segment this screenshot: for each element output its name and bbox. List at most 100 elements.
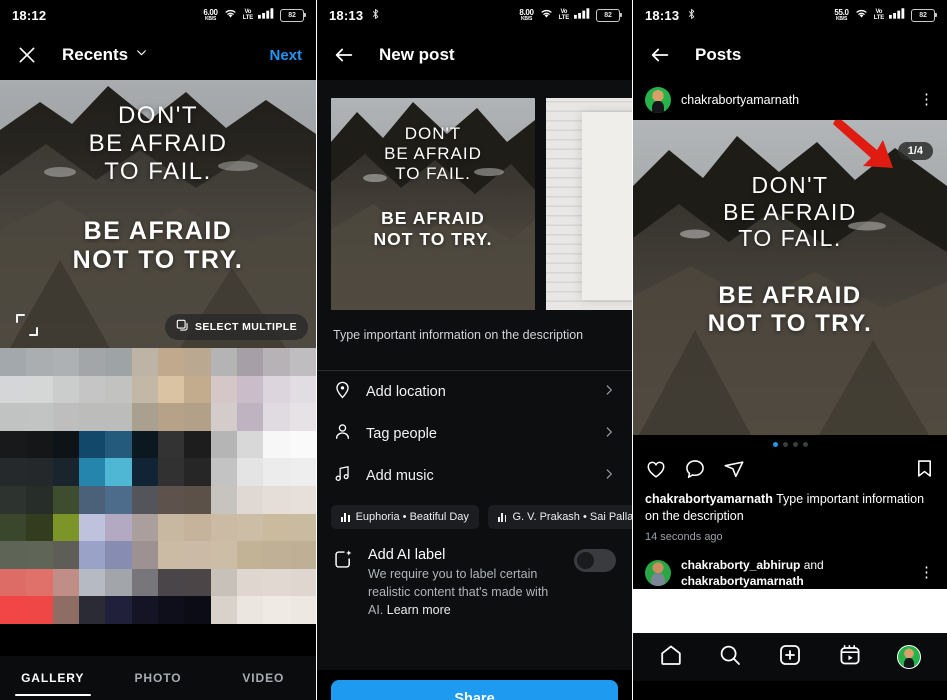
- thumb-quote-bold-2: NOT TO TRY.: [373, 228, 493, 249]
- thumb-quote-thin-3: TO FAIL.: [395, 164, 471, 184]
- post-username[interactable]: chakrabortyamarnath: [681, 93, 799, 107]
- tab-gallery[interactable]: GALLERY: [0, 671, 105, 696]
- status-left-2: 18:13: [329, 8, 381, 23]
- status-left-1: 18:12: [12, 8, 46, 23]
- music-chip-1[interactable]: Euphoria • Beatiful Day: [331, 505, 479, 529]
- network-speed: 55.0 KB/S: [834, 7, 849, 22]
- photo-quote-overlay: DON'T BE AFRAID TO FAIL. BE AFRAID NOT T…: [0, 102, 316, 275]
- appbar-new-post: New post: [317, 30, 632, 80]
- post-quote-thin-3: TO FAIL.: [738, 225, 842, 252]
- new-post-body: DON'T BE AFRAID TO FAIL. BE AFRAID NOT T…: [317, 80, 632, 700]
- comment-row: chakraborty_abhirup and chakrabortyamarn…: [633, 543, 947, 589]
- post-card: chakrabortyamarnath ⋮ DON'T BE AFRAID TO…: [633, 80, 947, 590]
- media-thumb-2[interactable]: I'M HERE AVE I'M TO AWE: [546, 98, 632, 310]
- media-thumb-1[interactable]: DON'T BE AFRAID TO FAIL. BE AFRAID NOT T…: [331, 98, 535, 310]
- heart-icon[interactable]: [645, 458, 667, 485]
- comment-and: and: [800, 558, 824, 573]
- chevron-down-icon[interactable]: [135, 46, 148, 64]
- more-vertical-icon[interactable]: ⋮: [919, 565, 935, 579]
- selected-photo-preview[interactable]: DON'T BE AFRAID TO FAIL. BE AFRAID NOT T…: [0, 80, 316, 348]
- thumb-quote-bold-1: BE AFRAID: [381, 208, 485, 229]
- row-label: Tag people: [366, 426, 437, 442]
- tab-photo[interactable]: PHOTO: [105, 671, 210, 685]
- signal-bars-icon: [258, 6, 275, 24]
- quote-bold-line-1: BE AFRAID: [83, 217, 233, 246]
- person-icon: [333, 422, 352, 446]
- comment-user-2[interactable]: chakrabortyamarnath: [681, 574, 804, 588]
- bluetooth-icon: [686, 8, 697, 23]
- music-suggestion-chips: Euphoria • Beatiful Day G. V. Prakash • …: [317, 497, 632, 529]
- panel-posts-feed: 18:13 55.0 KB/S Vo LTE 82 Posts chakrabo…: [633, 0, 947, 700]
- battery-indicator: 82: [596, 8, 622, 22]
- equalizer-icon: [341, 512, 350, 522]
- next-button[interactable]: Next: [269, 47, 302, 64]
- empty-white-area: [633, 589, 947, 634]
- more-vertical-icon[interactable]: ⋮: [919, 92, 935, 106]
- signal-bars-icon: [889, 6, 906, 24]
- share-paperplane-icon[interactable]: [723, 458, 745, 485]
- poster-artwork: I'M HERE AVE I'M TO AWE: [582, 112, 632, 300]
- thumb-quote-thin-1: DON'T: [404, 124, 462, 143]
- copy-stack-icon: [176, 319, 189, 335]
- tab-video[interactable]: VIDEO: [211, 671, 316, 685]
- nav-reels-icon[interactable]: [838, 643, 862, 672]
- carousel-dot-4: [802, 441, 808, 447]
- page-title: New post: [379, 45, 455, 64]
- nav-profile-avatar[interactable]: [897, 645, 922, 670]
- nav-create-plus-square-icon[interactable]: [778, 643, 802, 672]
- share-button[interactable]: Share: [331, 680, 618, 700]
- volte-icon: Vo LTE: [558, 9, 570, 21]
- nav-home-icon[interactable]: [659, 643, 683, 672]
- wifi-icon: [223, 6, 238, 24]
- wifi-icon: [539, 6, 554, 24]
- back-arrow-icon[interactable]: [647, 42, 673, 68]
- quote-thin-line-2: BE AFRAID: [88, 129, 228, 157]
- music-chip-label: Euphoria • Beatiful Day: [355, 511, 469, 523]
- share-bar: Share: [317, 670, 632, 700]
- bookmark-icon[interactable]: [914, 458, 935, 484]
- wifi-icon: [854, 6, 869, 24]
- comment-avatar[interactable]: [645, 560, 671, 587]
- avatar[interactable]: [645, 87, 671, 113]
- bottom-navigation: [633, 633, 947, 682]
- ai-label-title: Add AI label: [368, 547, 446, 563]
- row-add-location[interactable]: Add location: [317, 371, 632, 413]
- post-quote-thin-1: DON'T: [751, 172, 829, 198]
- chevron-right-icon: [602, 467, 616, 486]
- music-chip-2[interactable]: G. V. Prakash • Sai Pallav: [487, 505, 632, 529]
- carousel-dot-2: [782, 441, 788, 447]
- comment-user-1[interactable]: chakraborty_abhirup: [681, 558, 800, 572]
- appbar-recents: Recents Next: [0, 30, 316, 80]
- nav-search-icon[interactable]: [718, 643, 742, 672]
- network-speed: 8.00 KB/S: [519, 7, 534, 22]
- learn-more-link[interactable]: Learn more: [387, 603, 451, 617]
- gallery-thumbnail-grid[interactable]: [0, 348, 316, 624]
- comment-bubble-icon[interactable]: [684, 458, 706, 485]
- select-multiple-button[interactable]: SELECT MULTIPLE: [164, 314, 308, 340]
- row-add-music[interactable]: Add music: [317, 455, 632, 497]
- row-tag-people[interactable]: Tag people: [317, 413, 632, 455]
- carousel-counter-badge: 1/4: [897, 142, 933, 160]
- ai-label-toggle[interactable]: [574, 549, 616, 572]
- music-chip-label: G. V. Prakash • Sai Pallav: [512, 511, 632, 523]
- close-icon[interactable]: [14, 42, 40, 68]
- post-timestamp: 14 seconds ago: [645, 531, 723, 544]
- post-description-text[interactable]: Type important information on the descri…: [317, 310, 632, 342]
- ai-label-section: Add AI label We require you to label cer…: [317, 529, 632, 619]
- status-time: 18:13: [329, 7, 364, 23]
- gallery-source-tabs: GALLERY PHOTO VIDEO: [0, 656, 316, 700]
- caption-username[interactable]: chakrabortyamarnath: [645, 492, 773, 506]
- back-arrow-icon[interactable]: [331, 42, 357, 68]
- select-multiple-label: SELECT MULTIPLE: [194, 321, 297, 333]
- expand-icon[interactable]: [14, 312, 40, 338]
- chevron-right-icon: [602, 425, 616, 444]
- row-label: Add music: [366, 468, 434, 484]
- quote-thin-line-1: DON'T: [117, 102, 199, 129]
- selected-media-carousel[interactable]: DON'T BE AFRAID TO FAIL. BE AFRAID NOT T…: [317, 80, 632, 310]
- chevron-right-icon: [602, 383, 616, 402]
- post-quote-overlay: DON'T BE AFRAID TO FAIL. BE AFRAID NOT T…: [633, 172, 947, 338]
- poster-text: I'M HERE AVE I'M TO AWE: [582, 112, 632, 253]
- status-bar-3: 18:13 55.0 KB/S Vo LTE 82: [633, 0, 947, 30]
- post-image[interactable]: DON'T BE AFRAID TO FAIL. BE AFRAID NOT T…: [633, 120, 947, 435]
- ai-label-desc: We require you to label certain realisti…: [368, 567, 549, 617]
